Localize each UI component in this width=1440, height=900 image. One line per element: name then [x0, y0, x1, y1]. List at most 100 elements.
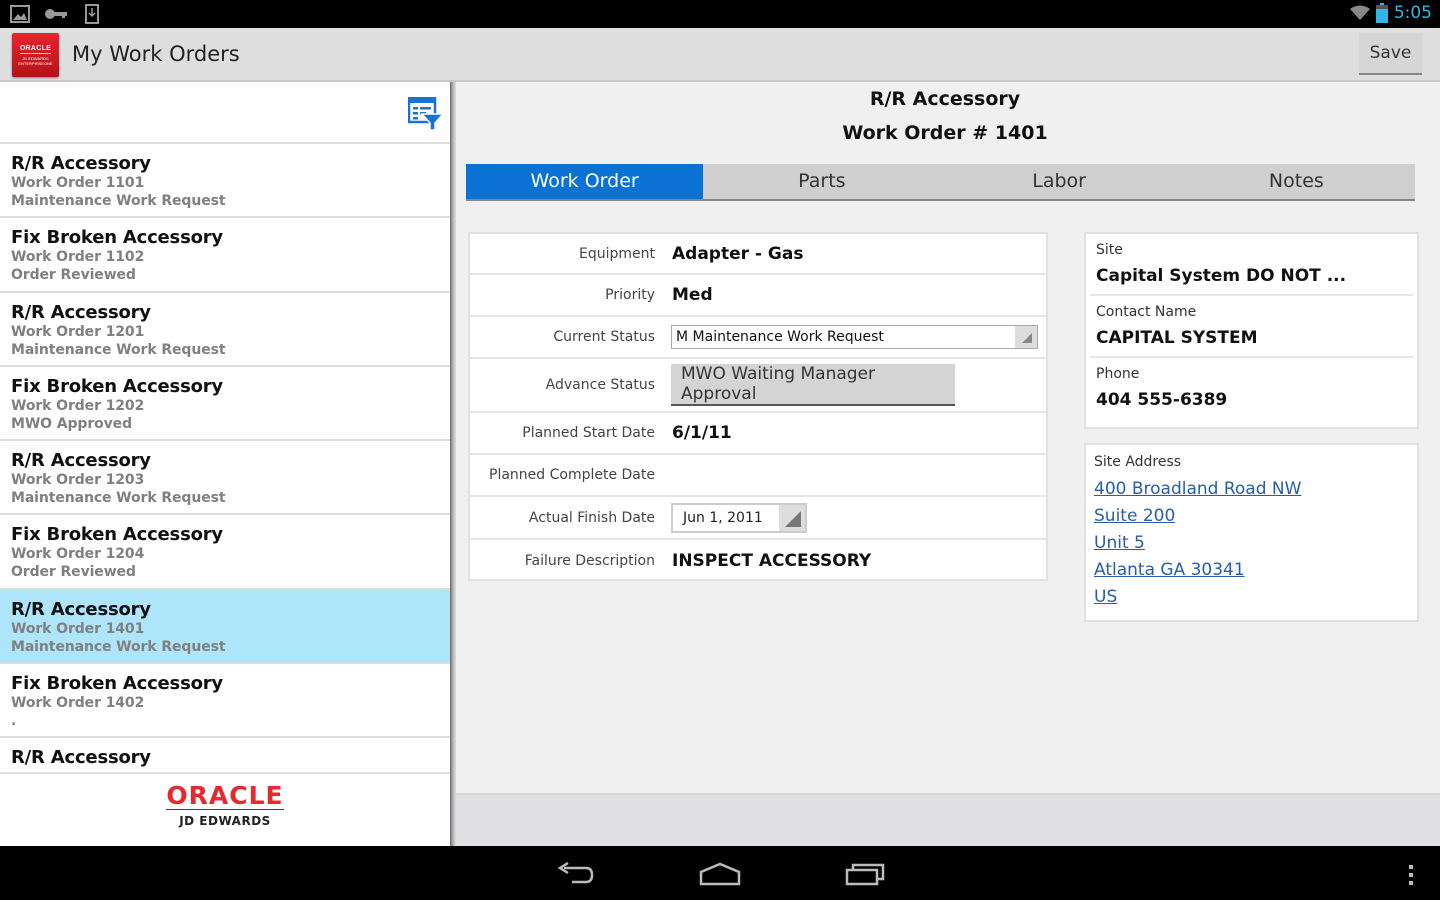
- item-work-order: Work Order 1401: [11, 620, 145, 637]
- actual-finish-value: Jun 1, 2011: [683, 509, 763, 526]
- list-item[interactable]: R/R Accessory: [0, 738, 450, 772]
- jd-edwards-logo: JD EDWARDS: [179, 814, 271, 828]
- oracle-logo: ORACLE: [166, 781, 284, 810]
- wifi-icon: [1349, 5, 1370, 20]
- item-title: Fix Broken Accessory: [11, 227, 223, 249]
- item-status: Order Reviewed: [11, 267, 136, 284]
- phone-label: Phone: [1096, 366, 1140, 382]
- work-order-detail-panel: R/R Accessory Work Order # 1401 Work Ord…: [456, 82, 1440, 846]
- item-work-order: Work Order 1201: [11, 323, 145, 340]
- oracle-jde-footer: ORACLE JD EDWARDS: [0, 772, 450, 846]
- current-status-row: Current Status M Maintenance Work Reques…: [470, 317, 1046, 359]
- list-item[interactable]: Fix Broken Accessory Work Order 1204 Ord…: [0, 515, 450, 590]
- address-line-2[interactable]: Suite 200: [1094, 506, 1409, 526]
- work-order-form: Equipment Adapter - Gas Priority Med Cur…: [468, 232, 1048, 581]
- app-logo: ORACLE JD EDWARDS ENTERPRISEONE: [12, 33, 59, 77]
- work-order-list[interactable]: R/R Accessory Work Order 1101 Maintenanc…: [0, 144, 450, 772]
- overflow-menu-icon[interactable]: [1406, 864, 1416, 888]
- home-icon[interactable]: [698, 862, 742, 886]
- actual-finish-row: Actual Finish Date Jun 1, 2011: [470, 497, 1046, 540]
- item-title: R/R Accessory: [11, 747, 151, 769]
- site-block: Site Capital System DO NOT ...: [1090, 234, 1413, 296]
- address-line-3[interactable]: Unit 5: [1094, 533, 1409, 553]
- system-nav-bar: [0, 846, 1440, 900]
- item-title: Fix Broken Accessory: [11, 673, 223, 695]
- actual-finish-date-picker[interactable]: Jun 1, 2011: [671, 502, 807, 533]
- download-icon: [85, 4, 99, 24]
- tab-labor[interactable]: Labor: [941, 164, 1178, 199]
- planned-complete-label: Planned Complete Date: [489, 467, 655, 483]
- dropdown-arrow-icon: [1015, 326, 1037, 348]
- advance-status-label: Advance Status: [545, 377, 655, 393]
- tab-parts[interactable]: Parts: [703, 164, 940, 199]
- detail-tabs: Work Order Parts Labor Notes: [466, 164, 1415, 201]
- address-line-1[interactable]: 400 Broadland Road NW: [1094, 479, 1409, 499]
- status-bar: 5:05: [0, 0, 1440, 28]
- item-title: Fix Broken Accessory: [11, 524, 223, 546]
- address-line-4[interactable]: Atlanta GA 30341: [1094, 560, 1409, 580]
- contact-block: Contact Name CAPITAL SYSTEM: [1090, 296, 1413, 358]
- back-icon[interactable]: [556, 862, 596, 886]
- item-status: Maintenance Work Request: [11, 638, 226, 655]
- gallery-icon: [10, 5, 30, 23]
- filter-bar: [0, 82, 450, 144]
- key-icon: [45, 9, 67, 19]
- item-title: R/R Accessory: [11, 301, 151, 323]
- planned-start-row: Planned Start Date 6/1/11: [470, 413, 1046, 455]
- site-value: Capital System DO NOT ...: [1096, 266, 1347, 286]
- detail-subtitle: Work Order # 1401: [842, 122, 1048, 144]
- logo-product: JD EDWARDS ENTERPRISEONE: [18, 55, 53, 66]
- tab-work-order[interactable]: Work Order: [466, 164, 704, 199]
- contact-label: Contact Name: [1096, 304, 1197, 320]
- failure-description-value: INSPECT ACCESSORY: [672, 550, 872, 571]
- list-item[interactable]: R/R Accessory Work Order 1203 Maintenanc…: [0, 441, 450, 516]
- app-title: My Work Orders: [72, 42, 240, 66]
- equipment-row: Equipment Adapter - Gas: [470, 234, 1046, 275]
- priority-value: Med: [672, 285, 713, 305]
- list-item[interactable]: Fix Broken Accessory Work Order 1402 .: [0, 664, 450, 739]
- planned-complete-row: Planned Complete Date: [470, 455, 1046, 497]
- planned-start-label: Planned Start Date: [522, 425, 655, 441]
- item-work-order: Work Order 1203: [11, 472, 145, 489]
- advance-status-button[interactable]: MWO Waiting Manager Approval: [671, 364, 955, 406]
- equipment-label: Equipment: [579, 245, 655, 262]
- priority-row: Priority Med: [470, 275, 1046, 317]
- item-status: Order Reviewed: [11, 564, 136, 581]
- phone-value[interactable]: 404 555-6389: [1096, 390, 1407, 410]
- list-item[interactable]: R/R Accessory Work Order 1101 Maintenanc…: [0, 144, 450, 219]
- action-bar: ORACLE JD EDWARDS ENTERPRISEONE My Work …: [0, 28, 1440, 82]
- site-address-label: Site Address: [1094, 454, 1182, 470]
- item-status: MWO Approved: [11, 415, 132, 432]
- item-work-order: Work Order 1202: [11, 397, 145, 414]
- detail-footer-bar: [456, 793, 1440, 846]
- list-item[interactable]: Fix Broken Accessory Work Order 1102 Ord…: [0, 218, 450, 293]
- site-label: Site: [1096, 242, 1123, 258]
- list-item[interactable]: R/R Accessory Work Order 1201 Maintenanc…: [0, 293, 450, 367]
- item-title: Fix Broken Accessory: [11, 375, 223, 397]
- current-status-value: M Maintenance Work Request: [676, 329, 884, 345]
- battery-icon: [1375, 3, 1388, 23]
- work-order-list-panel: R/R Accessory Work Order 1101 Maintenanc…: [0, 82, 450, 846]
- planned-start-value: 6/1/11: [672, 423, 732, 443]
- tab-notes[interactable]: Notes: [1178, 164, 1415, 199]
- item-status: Maintenance Work Request: [11, 341, 226, 358]
- detail-title: R/R Accessory: [869, 88, 1021, 110]
- dropdown-arrow-icon: [779, 504, 805, 531]
- address-line-5[interactable]: US: [1094, 587, 1409, 607]
- item-status: Maintenance Work Request: [11, 193, 226, 209]
- item-title: R/R Accessory: [11, 450, 151, 472]
- recent-apps-icon[interactable]: [844, 862, 886, 886]
- item-work-order: Work Order 1402: [11, 695, 145, 712]
- item-status: .: [11, 713, 17, 730]
- save-button[interactable]: Save: [1359, 33, 1422, 75]
- current-status-select[interactable]: M Maintenance Work Request: [671, 325, 1038, 349]
- equipment-value: Adapter - Gas: [672, 243, 804, 264]
- list-item[interactable]: Fix Broken Accessory Work Order 1202 MWO…: [0, 367, 450, 442]
- failure-description-label: Failure Description: [524, 552, 655, 569]
- filter-list-icon[interactable]: [408, 97, 444, 131]
- actual-finish-label: Actual Finish Date: [528, 509, 655, 526]
- list-item-selected[interactable]: R/R Accessory Work Order 1401 Maintenanc…: [0, 589, 450, 665]
- item-work-order: Work Order 1101: [11, 175, 145, 191]
- phone-block: Phone 404 555-6389: [1090, 358, 1413, 420]
- site-info-card: Site Capital System DO NOT ... Contact N…: [1084, 232, 1419, 429]
